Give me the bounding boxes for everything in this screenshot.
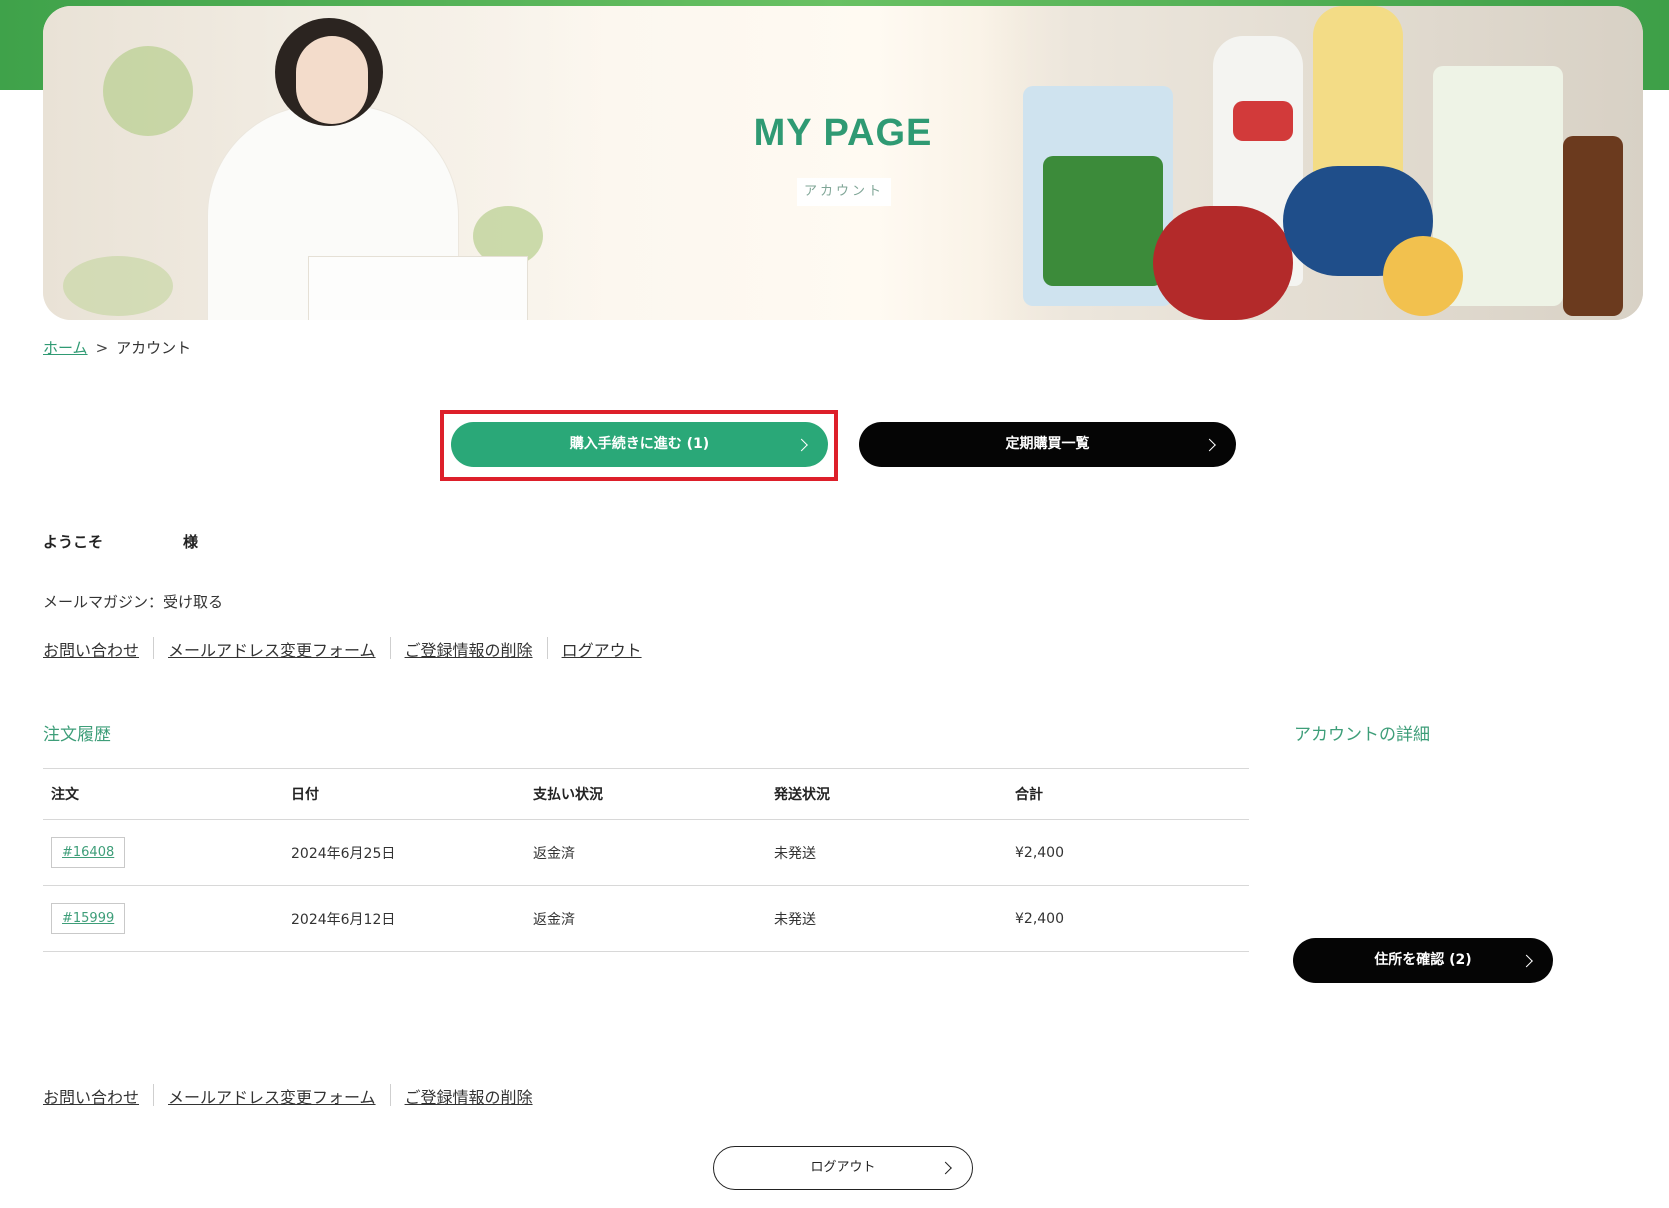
confirm-address-button-label: 住所を確認 (2) bbox=[1374, 952, 1472, 968]
shipping-status: 未発送 bbox=[774, 845, 816, 862]
account-links-bottom: お問い合わせ メールアドレス変更フォーム ご登録情報の削除 bbox=[43, 1084, 533, 1108]
contact-link[interactable]: お問い合わせ bbox=[43, 637, 139, 661]
shipping-status: 未発送 bbox=[774, 911, 816, 928]
welcome-message: ようこそ 様 bbox=[43, 531, 198, 552]
logout-link[interactable]: ログアウト bbox=[562, 637, 642, 661]
column-header-order: 注文 bbox=[51, 787, 79, 803]
welcome-prefix: ようこそ bbox=[43, 533, 104, 551]
welcome-suffix: 様 bbox=[183, 533, 199, 551]
subscriptions-button[interactable]: 定期購買一覧 bbox=[859, 422, 1236, 467]
breadcrumb-current: アカウント bbox=[116, 339, 192, 357]
delete-registration-link[interactable]: ご登録情報の削除 bbox=[405, 637, 533, 661]
column-header-payment: 支払い状況 bbox=[533, 787, 603, 803]
gift-box-image bbox=[308, 256, 528, 320]
chevron-right-icon bbox=[1520, 954, 1533, 967]
payment-status: 返金済 bbox=[533, 845, 575, 862]
table-header-row: 注文 日付 支払い状況 発送状況 合計 bbox=[43, 768, 1249, 820]
order-history-title: 注文履歴 bbox=[43, 725, 111, 745]
breadcrumb-home-link[interactable]: ホーム bbox=[43, 339, 88, 357]
link-divider bbox=[389, 637, 391, 659]
confirm-address-button[interactable]: 住所を確認 (2) bbox=[1293, 938, 1553, 983]
account-links-top: お問い合わせ メールアドレス変更フォーム ご登録情報の削除 ログアウト bbox=[43, 637, 642, 661]
chevron-right-icon bbox=[939, 1161, 952, 1175]
delete-registration-link[interactable]: ご登録情報の削除 bbox=[405, 1084, 533, 1108]
page-title: MY PAGE bbox=[753, 112, 933, 154]
plant-decoration bbox=[63, 256, 173, 316]
newsletter-status: メールマガジン：受け取る bbox=[43, 593, 224, 611]
order-total: ¥2,400 bbox=[1015, 844, 1064, 861]
table-row: #16408 2024年6月25日 返金済 未発送 ¥2,400 bbox=[43, 820, 1249, 886]
chevron-right-icon bbox=[795, 438, 808, 451]
account-details-title: アカウントの詳細 bbox=[1294, 725, 1430, 745]
page-subtitle: アカウント bbox=[797, 178, 891, 206]
order-date: 2024年6月25日 bbox=[291, 845, 396, 862]
person-face bbox=[296, 36, 368, 124]
checkout-button[interactable]: 購入手続きに進む (1) bbox=[451, 422, 828, 467]
product-sauce-bottle bbox=[1563, 136, 1623, 316]
checkout-button-label: 購入手続きに進む (1) bbox=[569, 436, 710, 452]
contact-link[interactable]: お問い合わせ bbox=[43, 1084, 139, 1108]
email-change-link[interactable]: メールアドレス変更フォーム bbox=[168, 637, 376, 661]
hero-photo-products bbox=[983, 6, 1643, 320]
order-total: ¥2,400 bbox=[1015, 910, 1064, 927]
column-header-total: 合計 bbox=[1015, 787, 1043, 803]
payment-status: 返金済 bbox=[533, 911, 575, 928]
logout-button[interactable]: ログアウト bbox=[713, 1146, 973, 1190]
order-date: 2024年6月12日 bbox=[291, 911, 396, 928]
link-divider bbox=[389, 1084, 391, 1106]
link-divider bbox=[546, 637, 548, 659]
subscriptions-button-label: 定期購買一覧 bbox=[1005, 436, 1090, 452]
breadcrumb: ホーム > アカウント bbox=[43, 337, 191, 358]
email-change-link[interactable]: メールアドレス変更フォーム bbox=[168, 1084, 376, 1108]
breadcrumb-separator: > bbox=[95, 339, 109, 357]
logout-button-label: ログアウト bbox=[810, 1160, 876, 1175]
product-smoked-tin bbox=[1153, 206, 1293, 320]
link-divider bbox=[153, 1084, 155, 1106]
link-divider bbox=[153, 637, 155, 659]
table-row: #15999 2024年6月12日 返金済 未発送 ¥2,400 bbox=[43, 886, 1249, 952]
order-number-link[interactable]: #16408 bbox=[51, 837, 126, 868]
hero-photo-left bbox=[43, 6, 603, 320]
product-curry-pack bbox=[1043, 156, 1163, 286]
product-honey-jar bbox=[1383, 236, 1463, 316]
order-history-table: 注文 日付 支払い状況 発送状況 合計 #16408 2024年6月25日 返金… bbox=[43, 768, 1249, 952]
order-number-link[interactable]: #15999 bbox=[51, 903, 126, 934]
column-header-date: 日付 bbox=[291, 787, 319, 803]
chevron-right-icon bbox=[1203, 438, 1216, 451]
column-header-shipping: 発送状況 bbox=[774, 787, 830, 803]
hero-banner bbox=[43, 6, 1643, 320]
